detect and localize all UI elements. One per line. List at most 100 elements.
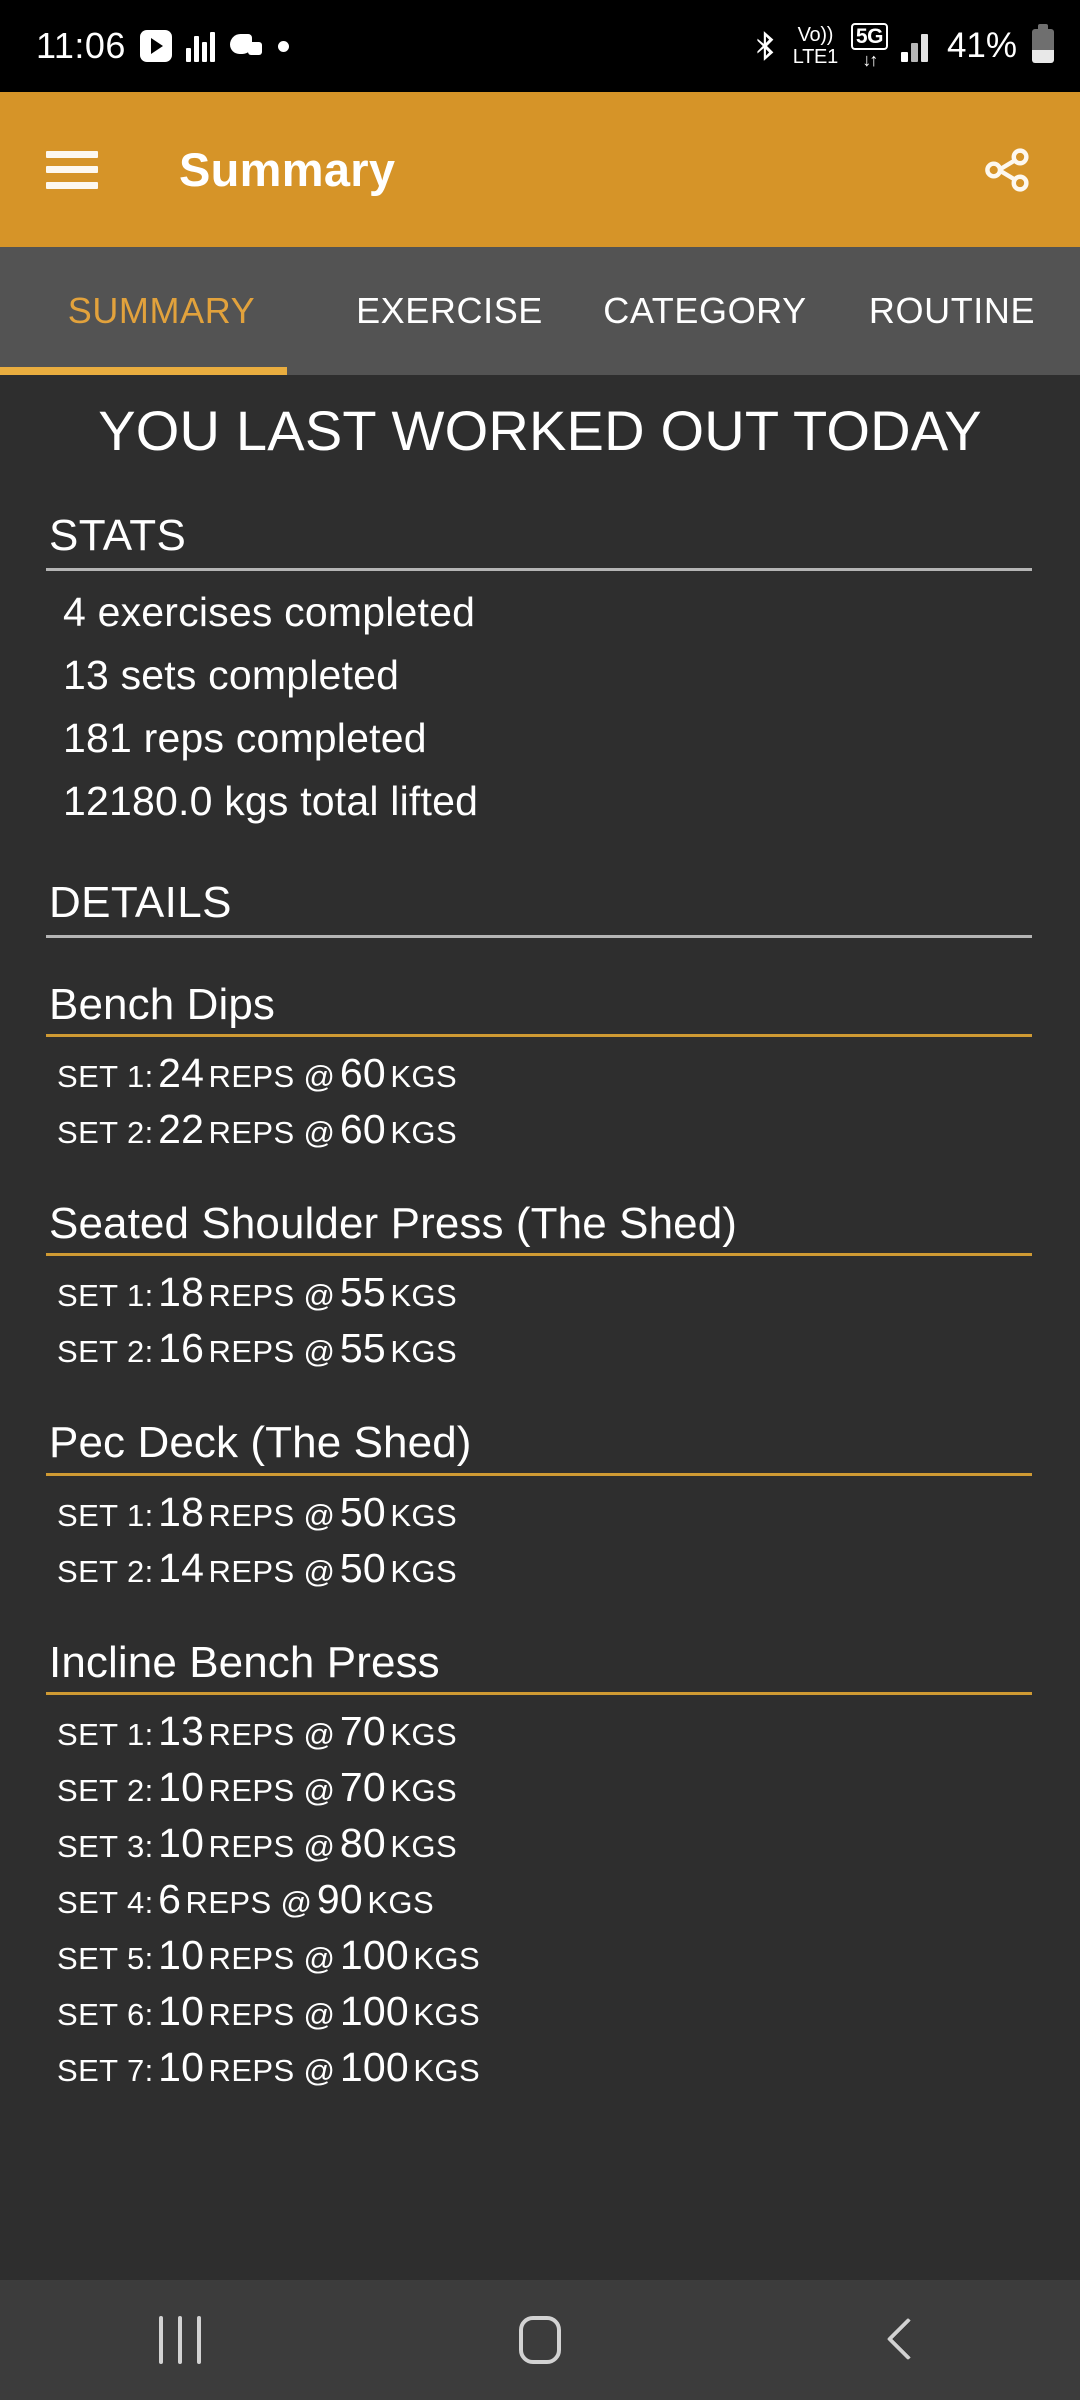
data-arrows-icon: ↓↑ xyxy=(862,50,878,70)
details-section: DETAILS Bench Dips SET 1: 24 REPS @ 60 K… xyxy=(0,878,1080,2095)
set-weight-unit: KGS xyxy=(390,1278,458,1314)
set-weight-unit: KGS xyxy=(367,1884,435,1920)
set-reps: 22 xyxy=(158,1106,205,1153)
set-reps-unit: REPS @ xyxy=(208,1996,336,2032)
exercise-name: Seated Shoulder Press (The Shed) xyxy=(49,1199,738,1249)
set-row: SET 1: 24 REPS @ 60 KGS xyxy=(57,1045,1032,1101)
exercise-divider xyxy=(46,1472,1032,1476)
set-row: SET 2: 16 REPS @ 55 KGS xyxy=(57,1320,1032,1376)
set-reps: 16 xyxy=(158,1325,205,1372)
details-heading: DETAILS xyxy=(49,878,232,927)
stat-line: 13 sets completed xyxy=(63,652,400,698)
app-bar: Summary xyxy=(0,92,1080,247)
set-reps-unit: REPS @ xyxy=(208,1828,336,1864)
tab-exercise[interactable]: EXERCISE xyxy=(323,290,576,332)
tab-category[interactable]: CATEGORY xyxy=(576,290,834,332)
set-label: SET 1: xyxy=(57,1716,154,1752)
tab-routine[interactable]: ROUTINE xyxy=(834,290,1070,332)
back-button[interactable] xyxy=(820,2290,980,2390)
set-reps-unit: REPS @ xyxy=(208,1059,336,1095)
phone-screen: 11:06 Vo)) LTE1 5G ↓↑ 41% Summary SUMMAR… xyxy=(0,0,1080,2400)
set-weight: 70 xyxy=(339,1763,386,1810)
volte-top-label: Vo)) xyxy=(797,24,834,46)
battery-percent-label: 41% xyxy=(946,26,1017,65)
share-button[interactable] xyxy=(974,137,1040,203)
status-bar-left: 11:06 xyxy=(36,25,289,67)
exercise-block[interactable]: Seated Shoulder Press (The Shed) SET 1: … xyxy=(46,1199,1032,1376)
stats-divider xyxy=(46,568,1032,571)
bluetooth-icon xyxy=(757,31,774,61)
set-weight: 50 xyxy=(339,1488,386,1535)
exercise-block[interactable]: Pec Deck (The Shed) SET 1: 18 REPS @ 50 … xyxy=(46,1420,1032,1595)
set-weight: 90 xyxy=(316,1875,363,1922)
set-reps: 10 xyxy=(158,1819,205,1866)
stat-line: 181 reps completed xyxy=(63,715,427,761)
set-reps-unit: REPS @ xyxy=(208,1940,336,1976)
set-reps-unit: REPS @ xyxy=(208,1716,336,1752)
tab-summary[interactable]: SUMMARY xyxy=(0,290,323,332)
status-clock: 11:06 xyxy=(36,25,126,66)
page-title: Summary xyxy=(179,143,396,196)
set-reps: 24 xyxy=(158,1050,205,1097)
set-label: SET 1: xyxy=(57,1278,154,1314)
set-reps: 10 xyxy=(158,1931,205,1978)
tab-active-indicator xyxy=(0,367,287,375)
volte-bottom-label: LTE1 xyxy=(792,46,838,68)
set-row: SET 7: 10 REPS @ 100 KGS xyxy=(57,2039,1032,2095)
recents-button[interactable] xyxy=(100,2290,260,2390)
set-weight-unit: KGS xyxy=(413,1940,481,1976)
set-reps: 10 xyxy=(158,1987,205,2034)
set-reps: 18 xyxy=(158,1269,205,1316)
set-reps-unit: REPS @ xyxy=(208,2052,336,2088)
set-weight: 70 xyxy=(339,1707,386,1754)
home-button[interactable] xyxy=(460,2290,620,2390)
set-label: SET 2: xyxy=(57,1772,154,1808)
set-row: SET 1: 18 REPS @ 55 KGS xyxy=(57,1264,1032,1320)
set-weight-unit: KGS xyxy=(390,1772,458,1808)
hamburger-menu-icon[interactable] xyxy=(46,150,98,189)
set-weight: 80 xyxy=(339,1819,386,1866)
set-weight: 60 xyxy=(339,1106,386,1153)
tab-list: SUMMARY EXERCISE CATEGORY ROUTINE xyxy=(0,247,1080,375)
set-reps-unit: REPS @ xyxy=(208,1497,336,1533)
stats-heading: STATS xyxy=(49,511,187,560)
network-badge: 5G xyxy=(850,23,888,50)
exercise-block[interactable]: Bench Dips SET 1: 24 REPS @ 60 KGS SET 2… xyxy=(46,980,1032,1157)
set-reps-unit: REPS @ xyxy=(208,1553,336,1589)
set-label: SET 1: xyxy=(57,1059,154,1095)
status-bar: 11:06 Vo)) LTE1 5G ↓↑ 41% xyxy=(0,0,1080,92)
set-weight-unit: KGS xyxy=(413,2052,481,2088)
network-type-indicator: 5G ↓↑ xyxy=(850,23,888,70)
battery-icon xyxy=(1032,24,1054,63)
youtube-icon xyxy=(139,30,172,62)
tab-bar: SUMMARY EXERCISE CATEGORY ROUTINE xyxy=(0,247,1080,375)
set-label: SET 7: xyxy=(57,2052,154,2088)
last-workout-headline: YOU LAST WORKED OUT TODAY xyxy=(98,399,982,462)
dot-icon xyxy=(277,40,289,52)
set-list: SET 1: 13 REPS @ 70 KGS SET 2: 10 REPS @… xyxy=(46,1703,1032,2095)
set-weight-unit: KGS xyxy=(390,1059,458,1095)
set-reps-unit: REPS @ xyxy=(208,1334,336,1370)
volte-indicator: Vo)) LTE1 xyxy=(793,25,838,67)
set-row: SET 1: 18 REPS @ 50 KGS xyxy=(57,1484,1032,1540)
status-bar-right: Vo)) LTE1 5G ↓↑ 41% xyxy=(754,23,1054,69)
exercise-name: Pec Deck (The Shed) xyxy=(49,1418,472,1468)
share-icon xyxy=(985,147,1029,192)
set-reps: 18 xyxy=(158,1488,205,1535)
summary-content[interactable]: YOU LAST WORKED OUT TODAY STATS 4 exerci… xyxy=(0,375,1080,2280)
set-weight-unit: KGS xyxy=(390,1497,458,1533)
equalizer-icon xyxy=(185,30,216,62)
system-navigation-bar xyxy=(0,2280,1080,2400)
set-weight-unit: KGS xyxy=(390,1115,458,1151)
stats-section: STATS 4 exercises completed 13 sets comp… xyxy=(0,511,1080,833)
set-row: SET 1: 13 REPS @ 70 KGS xyxy=(57,1703,1032,1759)
set-weight-unit: KGS xyxy=(390,1553,458,1589)
set-reps: 10 xyxy=(158,1763,205,1810)
set-reps-unit: REPS @ xyxy=(208,1772,336,1808)
exercise-name: Bench Dips xyxy=(49,980,276,1029)
set-label: SET 4: xyxy=(57,1884,154,1920)
exercise-block[interactable]: Incline Bench Press SET 1: 13 REPS @ 70 … xyxy=(46,1637,1032,2095)
exercise-name: Incline Bench Press xyxy=(49,1637,440,1687)
exercise-divider xyxy=(46,1034,1032,1038)
set-weight: 55 xyxy=(339,1325,386,1372)
